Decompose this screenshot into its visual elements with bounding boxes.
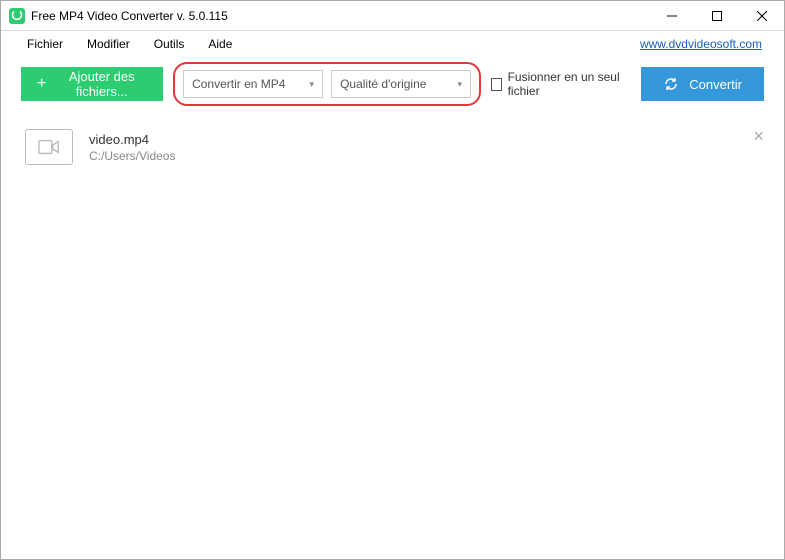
menu-tools[interactable]: Outils <box>142 37 197 51</box>
remove-file-button[interactable]: × <box>753 127 764 145</box>
refresh-icon <box>663 76 679 92</box>
format-dropdown-label: Convertir en MP4 <box>192 77 285 91</box>
chevron-down-icon: ▾ <box>310 79 315 90</box>
highlight-annotation: Convertir en MP4 ▾ Qualité d'origine ▾ <box>173 62 481 106</box>
window-title: Free MP4 Video Converter v. 5.0.115 <box>31 9 649 23</box>
file-row[interactable]: video.mp4 C:/Users/Videos × <box>1 119 784 175</box>
chevron-down-icon: ▾ <box>458 79 463 90</box>
quality-dropdown-label: Qualité d'origine <box>340 77 426 91</box>
menubar: Fichier Modifier Outils Aide www.dvdvide… <box>1 31 784 57</box>
file-list: video.mp4 C:/Users/Videos × <box>1 111 784 183</box>
menu-edit[interactable]: Modifier <box>75 37 142 51</box>
website-link[interactable]: www.dvdvideosoft.com <box>640 37 762 51</box>
titlebar: Free MP4 Video Converter v. 5.0.115 <box>1 1 784 31</box>
add-files-button[interactable]: + Ajouter des fichiers... <box>21 67 163 101</box>
file-name: video.mp4 <box>89 132 760 147</box>
merge-label: Fusionner en un seul fichier <box>508 70 622 98</box>
menu-file[interactable]: Fichier <box>15 37 75 51</box>
format-dropdown[interactable]: Convertir en MP4 ▾ <box>183 70 323 98</box>
merge-checkbox[interactable]: Fusionner en un seul fichier <box>491 70 621 98</box>
file-path: C:/Users/Videos <box>89 149 760 163</box>
plus-icon: + <box>37 75 46 93</box>
video-thumbnail-icon <box>25 129 73 165</box>
toolbar: + Ajouter des fichiers... Convertir en M… <box>1 57 784 111</box>
quality-dropdown[interactable]: Qualité d'origine ▾ <box>331 70 471 98</box>
window-controls <box>649 1 784 31</box>
app-icon <box>9 8 25 24</box>
maximize-button[interactable] <box>694 1 739 31</box>
convert-button[interactable]: Convertir <box>641 67 764 101</box>
add-files-label: Ajouter des fichiers... <box>56 69 147 99</box>
close-button[interactable] <box>739 1 784 31</box>
menu-help[interactable]: Aide <box>196 37 244 51</box>
checkbox-icon <box>491 78 501 91</box>
file-info: video.mp4 C:/Users/Videos <box>89 132 760 163</box>
convert-label: Convertir <box>689 77 742 92</box>
minimize-button[interactable] <box>649 1 694 31</box>
